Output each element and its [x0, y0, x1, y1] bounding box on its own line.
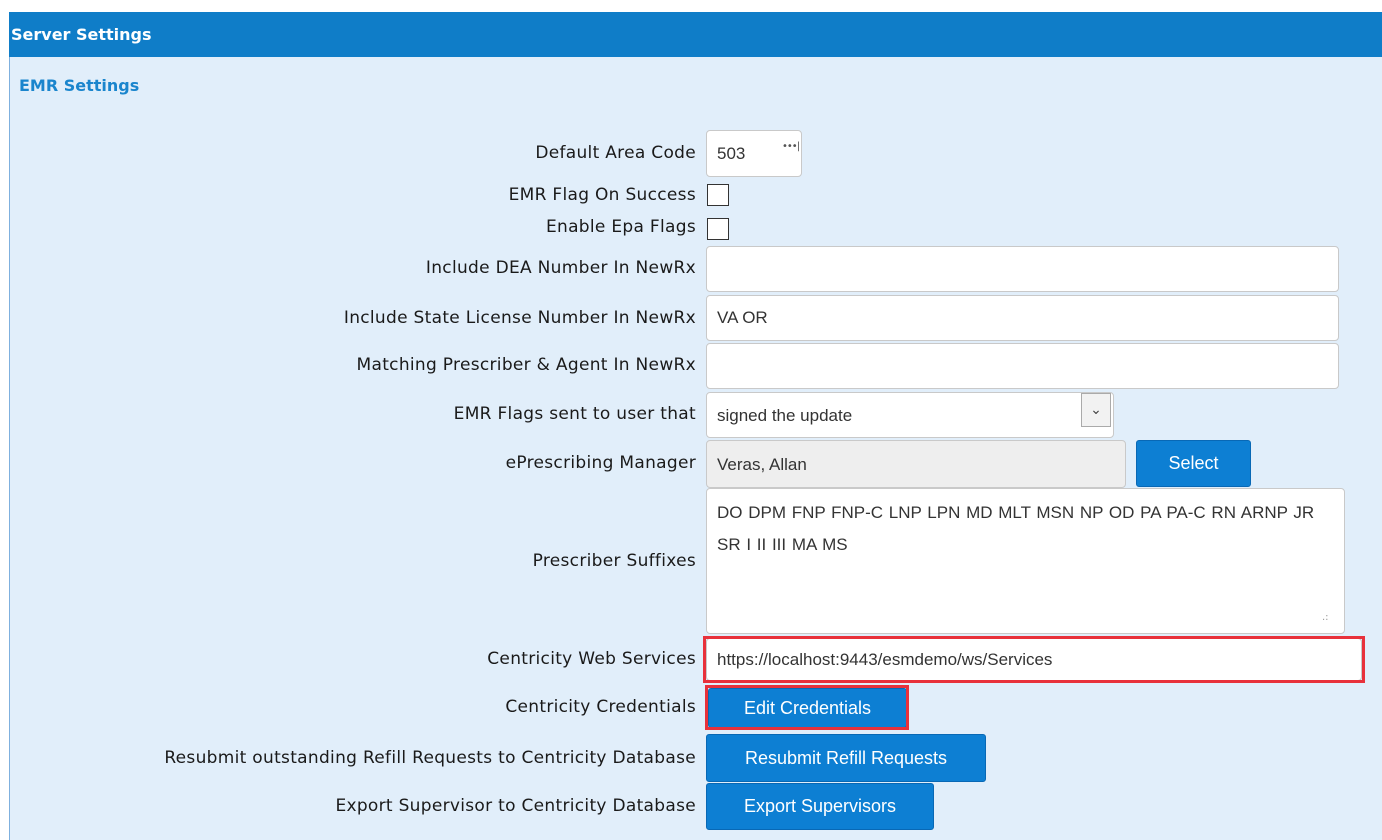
edit-credentials-button[interactable]: Edit Credentials [708, 688, 907, 728]
resubmit-refill-requests-button[interactable]: Resubmit Refill Requests [706, 734, 986, 782]
password-manager-icon: •••| [782, 141, 800, 152]
resize-grip-icon[interactable]: .: [1322, 612, 1329, 623]
enable-epa-flags-checkbox[interactable] [707, 218, 729, 240]
eprescribing-manager-label: ePrescribing Manager [505, 453, 696, 473]
centricity-web-services-input[interactable] [706, 638, 1362, 681]
eprescribing-manager-input: Veras, Allan [706, 440, 1126, 488]
enable-epa-flags-label: Enable Epa Flags [545, 217, 696, 237]
export-supervisors-button[interactable]: Export Supervisors [706, 783, 934, 830]
select-button[interactable]: Select [1136, 440, 1251, 487]
include-dea-input[interactable] [706, 246, 1339, 292]
chevron-down-icon[interactable]: ⌄ [1081, 393, 1111, 427]
matching-prescriber-input[interactable] [706, 343, 1339, 389]
panel-header: Server Settings [9, 12, 1382, 57]
emr-flag-on-success-checkbox[interactable] [707, 184, 729, 206]
centricity-web-services-label: Centricity Web Services [487, 649, 696, 669]
prescriber-suffixes-label: Prescriber Suffixes [532, 551, 696, 571]
resubmit-refill-label: Resubmit outstanding Refill Requests to … [164, 748, 696, 768]
matching-prescriber-label: Matching Prescriber & Agent In NewRx [356, 355, 696, 375]
section-title: EMR Settings [19, 76, 140, 95]
emr-flag-on-success-label: EMR Flag On Success [508, 185, 696, 205]
include-state-license-input[interactable] [706, 295, 1339, 341]
emr-flags-sent-select[interactable]: signed the update [706, 392, 1114, 438]
default-area-code-input[interactable] [706, 130, 802, 177]
include-state-license-label: Include State License Number In NewRx [343, 308, 696, 328]
default-area-code-label: Default Area Code [535, 143, 696, 163]
centricity-credentials-label: Centricity Credentials [505, 697, 696, 717]
include-dea-label: Include DEA Number In NewRx [425, 258, 696, 278]
export-supervisor-label: Export Supervisor to Centricity Database [335, 796, 696, 816]
emr-flags-sent-label: EMR Flags sent to user that [453, 404, 696, 424]
prescriber-suffixes-textarea[interactable]: DO DPM FNP FNP-C LNP LPN MD MLT MSN NP O… [706, 488, 1345, 634]
